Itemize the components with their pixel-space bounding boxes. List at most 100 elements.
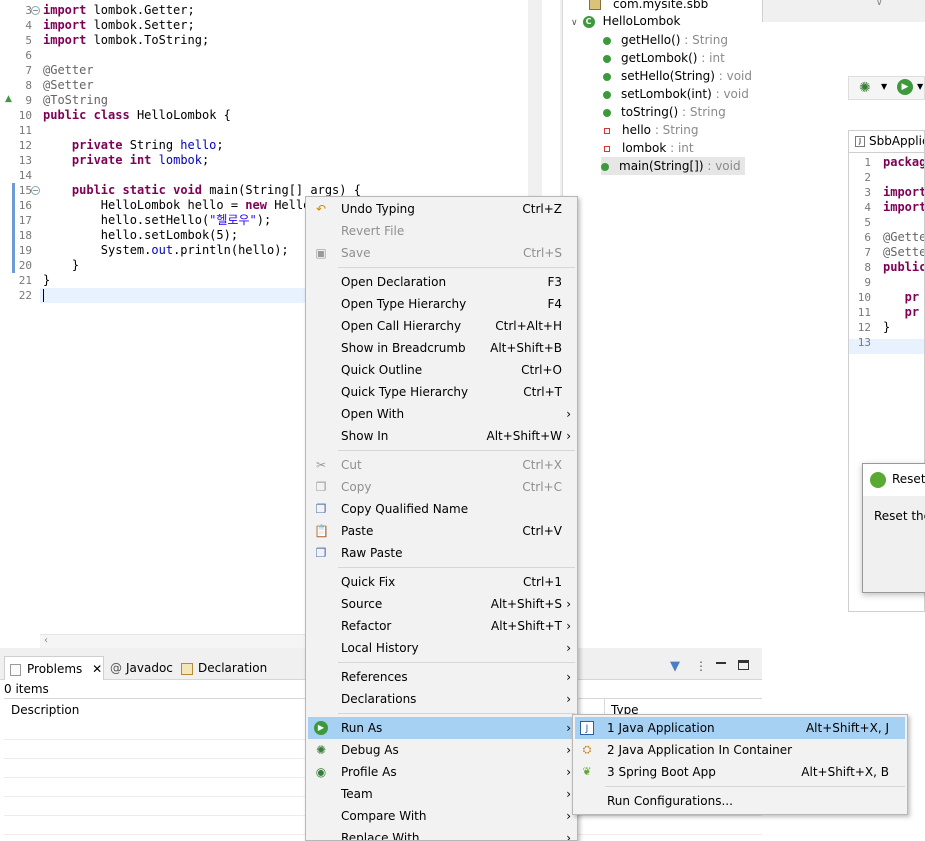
reset-dialog[interactable]: Reset Reset the [862, 463, 925, 593]
menu-item-open-call-hierarchy[interactable]: Open Call Hierarchy Ctrl+Alt+H [308, 315, 575, 337]
maximize-icon[interactable] [738, 660, 749, 670]
code-line: @Sette [883, 245, 924, 260]
menu-item-quick-outline[interactable]: Quick Outline Ctrl+O [308, 359, 575, 381]
code-line: import lombok.ToString; [43, 33, 209, 48]
menu-item-paste[interactable]: 📋 Paste Ctrl+V [308, 520, 575, 542]
editor-context-menu[interactable]: ↶ Undo Typing Ctrl+Z Revert File ▣ Save Ctrl+S… [305, 196, 578, 841]
code-line: HelloLombok hello = new HelloL [43, 198, 318, 213]
outline-member[interactable]: getHello() : String [603, 31, 728, 49]
outline-member[interactable]: toString() : String [603, 103, 726, 121]
line-number: 3 [25, 4, 32, 17]
menu-item-revert-file: Revert File [308, 220, 575, 242]
code-token: public [71, 183, 116, 197]
tab-javadoc[interactable]: @ Javadoc [110, 656, 173, 680]
line-number: 5 [25, 34, 32, 47]
menu-item-cut: ✂ Cut Ctrl+X [308, 454, 575, 476]
fold-toggle-icon[interactable]: − [31, 186, 40, 195]
code-token: System. [43, 243, 152, 257]
menu-item-profile-as[interactable]: ◉ Profile As › [308, 761, 575, 783]
outline-view[interactable]: com.mysite.sbb ∨ C HelloLombok getHello() … [562, 0, 762, 648]
menu-item-shortcut: Ctrl+O [521, 363, 562, 377]
member-type: : void [714, 69, 753, 83]
menu-item-show-in-breadcrumb[interactable]: Show in Breadcrumb Alt+Shift+B [308, 337, 575, 359]
menu-item-open-declaration[interactable]: Open Declaration F3 [308, 271, 575, 293]
code-token: out [151, 243, 174, 257]
editor-tab-sbbapplication[interactable]: J SbbApplica [848, 130, 925, 152]
tab-declaration[interactable]: Declaration [181, 656, 267, 680]
chevron-down-icon[interactable]: ∨ [571, 18, 578, 28]
code-token: } [43, 258, 80, 272]
member-type: : String [678, 105, 726, 119]
menu-item-team[interactable]: Team › [308, 783, 575, 805]
line-number: 6 [25, 49, 32, 62]
scroll-left-arrow-icon[interactable]: ‹ [44, 635, 48, 646]
filter-icon[interactable]: ▼ [670, 659, 680, 674]
menu-item-copy-qualified-name[interactable]: ❐ Copy Qualified Name [308, 498, 575, 520]
line-number: 17 [18, 214, 32, 227]
line-number: 1 [864, 156, 871, 169]
member-type: : String [680, 33, 728, 47]
outline-member[interactable]: getLombok() : int [603, 49, 725, 67]
menu-item-debug-as[interactable]: ✺ Debug As › [308, 739, 575, 761]
menu-item-replace-with[interactable]: Replace With › [308, 827, 575, 840]
menu-item-save: ▣ Save Ctrl+S [308, 242, 575, 264]
outline-class[interactable]: ∨ C HelloLombok [571, 12, 680, 30]
code-line: } [43, 273, 50, 288]
code-token: } [43, 273, 51, 287]
change-marker [12, 258, 15, 273]
close-icon[interactable]: ✕ [92, 662, 102, 676]
package-label: com.mysite.sbb [613, 0, 709, 11]
code-token: pr [883, 290, 920, 304]
menu-separator [338, 450, 575, 451]
menu-item-quick-fix[interactable]: Quick Fix Ctrl+1 [308, 571, 575, 593]
fold-toggle-icon[interactable]: − [31, 6, 40, 15]
code-token: import [43, 3, 87, 17]
member-type: : void [703, 159, 741, 173]
debug-icon[interactable]: ✺ [859, 80, 871, 96]
menu-item-run-as[interactable]: ▶ Run As › [308, 717, 575, 739]
view-menu-icon[interactable]: ⋮ [695, 659, 707, 673]
menu-item-label: Copy Qualified Name [341, 502, 469, 516]
menu-item-shortcut: Ctrl+V [522, 524, 562, 538]
outline-member[interactable]: main(String[]) : void [601, 157, 745, 175]
submenu-item-run-configurations-[interactable]: Run Configurations... [575, 790, 905, 812]
code-token: lombok.Setter; [86, 18, 195, 32]
menu-item-source[interactable]: Source Alt+Shift+S › [308, 593, 575, 615]
submenu-item-1-java-application[interactable]: J 1 Java Application Alt+Shift+X, J [575, 717, 905, 739]
submenu-item-2-java-application-in-container[interactable]: ⛭ 2 Java Application In Container [575, 739, 905, 761]
menu-item-open-type-hierarchy[interactable]: Open Type Hierarchy F4 [308, 293, 575, 315]
submenu-arrow-icon: › [566, 641, 571, 655]
menu-item-compare-with[interactable]: Compare With › [308, 805, 575, 827]
menu-item-raw-paste[interactable]: ❐ Raw Paste [308, 542, 575, 564]
outline-member[interactable]: hello : String [603, 121, 698, 139]
menu-item-label: Profile As [341, 765, 397, 779]
menu-item-open-with[interactable]: Open With › [308, 403, 575, 425]
menu-item-local-history[interactable]: Local History › [308, 637, 575, 659]
menu-item-label: Quick Fix [341, 575, 396, 589]
run-as-submenu[interactable]: J 1 Java Application Alt+Shift+X, J ⛭ 2 Java… [572, 714, 908, 815]
minimize-icon[interactable] [716, 662, 726, 664]
submenu-item-3-spring-boot-app[interactable]: ❦ 3 Spring Boot App Alt+Shift+X, B [575, 761, 905, 783]
tab-problems[interactable]: Problems ✕ [4, 656, 104, 680]
menu-item-declarations[interactable]: Declarations › [308, 688, 575, 710]
dropdown-arrow-icon[interactable]: ▼ [881, 82, 887, 91]
run-icon[interactable]: ▶ [897, 79, 913, 95]
outline-member[interactable]: setLombok(int) : void [603, 85, 749, 103]
outline-member[interactable]: lombok : int [603, 139, 694, 157]
public-method-icon [603, 36, 611, 45]
menu-item-undo-typing[interactable]: ↶ Undo Typing Ctrl+Z [308, 198, 575, 220]
tab-label: SbbApplica [869, 134, 924, 148]
column-description[interactable]: Description [11, 703, 79, 717]
private-field-icon [604, 145, 610, 152]
dropdown-arrow-icon[interactable]: ▼ [917, 82, 923, 91]
menu-item-refactor[interactable]: Refactor Alt+Shift+T › [308, 615, 575, 637]
chevron-down-icon[interactable]: ∨ [876, 0, 883, 8]
menu-item-show-in[interactable]: Show In Alt+Shift+W › [308, 425, 575, 447]
menu-item-quick-type-hierarchy[interactable]: Quick Type Hierarchy Ctrl+T [308, 381, 575, 403]
profile-icon: ◉ [315, 765, 327, 779]
menu-item-shortcut: F3 [547, 275, 562, 289]
menu-item-references[interactable]: References › [308, 666, 575, 688]
outline-member[interactable]: setHello(String) : void [603, 67, 752, 85]
code-token: import [43, 33, 87, 47]
